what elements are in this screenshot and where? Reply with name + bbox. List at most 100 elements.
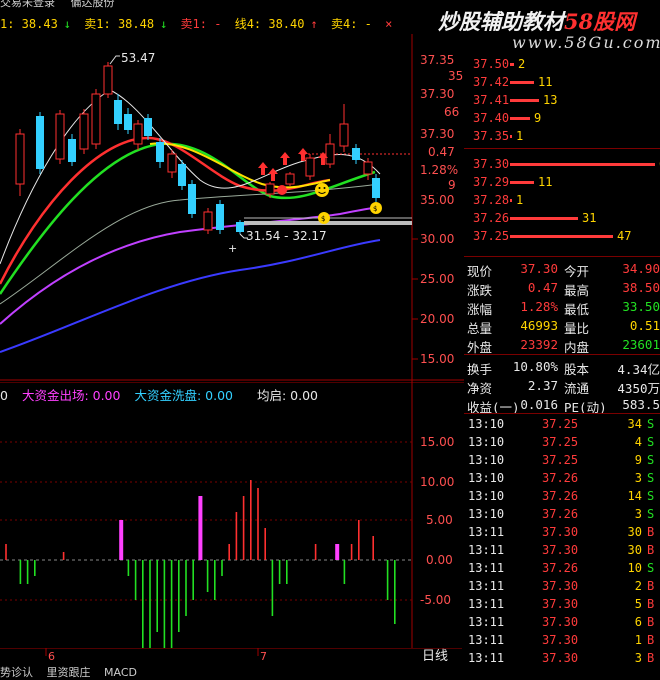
main-y-axis: 37.35 35 37.30 66 37.30 0.47 1.28% 9 35.… bbox=[420, 53, 463, 366]
tick-time: 13:11 bbox=[468, 579, 505, 593]
quote-row: 现价 37.30 今开 34.90 bbox=[464, 260, 660, 279]
tick-row: 13:11 37.30 30 B bbox=[464, 542, 660, 560]
tick-price: 37.30 bbox=[542, 633, 579, 647]
tick-price: 37.26 bbox=[542, 489, 579, 503]
ask-bar bbox=[510, 81, 534, 84]
quote-key: 最低 bbox=[564, 302, 590, 317]
tick-time: 13:11 bbox=[468, 615, 505, 629]
quote-value: 0.51 bbox=[629, 318, 660, 333]
svg-text:$: $ bbox=[321, 215, 325, 223]
ask-volume: 2 bbox=[518, 57, 526, 71]
ask-price: 37.35 bbox=[473, 129, 510, 143]
quote-panel: 37.50 2 37.421137.411337.40937.351 37.3066… bbox=[464, 56, 660, 672]
svg-text:+: + bbox=[228, 242, 237, 255]
bid-row[interactable]: 37.25 47 bbox=[464, 228, 660, 246]
up-arrow-icon: ↑ bbox=[310, 17, 318, 31]
candle-body bbox=[178, 164, 186, 186]
tick-side: S bbox=[647, 561, 655, 575]
tick-price: 37.30 bbox=[542, 651, 579, 665]
ask-row[interactable]: 37.42 11 bbox=[464, 74, 660, 92]
buy-arrow-icon bbox=[258, 162, 268, 175]
ask-volume: 11 bbox=[538, 75, 553, 89]
axis-label: 35.00 bbox=[420, 193, 454, 207]
candle-body bbox=[133, 123, 143, 145]
axis-label: -5.00 bbox=[420, 593, 451, 607]
tick-side: S bbox=[647, 471, 655, 485]
bid-row[interactable]: 37.3066 bbox=[464, 156, 660, 174]
down-arrow-icon: ↓ bbox=[160, 17, 168, 31]
quote-value: 23601 bbox=[622, 337, 660, 352]
tick-volume: 14 bbox=[627, 489, 642, 503]
tab-macd[interactable]: MACD bbox=[104, 666, 137, 679]
bid-price: 37.30 bbox=[473, 157, 510, 171]
quote-sell1: 卖1: 38.48 bbox=[84, 17, 155, 31]
period-selector[interactable]: 日线 bbox=[422, 645, 448, 664]
month-label: 6 bbox=[48, 650, 55, 663]
tick-row: 13:11 37.30 5 B bbox=[464, 596, 660, 614]
tick-time: 13:10 bbox=[468, 435, 505, 449]
close-icon[interactable]: × bbox=[385, 17, 392, 31]
quote-value: 38.50 bbox=[622, 280, 660, 295]
range-annotation: 31.54 - 32.17 bbox=[246, 229, 327, 243]
candle-body bbox=[144, 118, 152, 136]
tick-side: B bbox=[647, 651, 655, 665]
tab-follow[interactable]: 里资跟庄 bbox=[47, 666, 91, 679]
quote-key: 净资 bbox=[467, 381, 493, 396]
quote-bar: 1: 38.43 ↓ 卖1: 38.48 ↓ 卖1: - 线4: 38.40 ↑ 卖4… bbox=[0, 15, 398, 33]
indicator-chart[interactable]: 15.00 10.00 5.00 0.00 -5.00 bbox=[0, 382, 464, 648]
tick-row: 13:11 37.26 10 S bbox=[464, 560, 660, 578]
quote-value: 4.34亿 bbox=[617, 362, 660, 377]
candle-body bbox=[236, 222, 244, 232]
tick-price: 37.30 bbox=[542, 615, 579, 629]
quote-value: 34.90 bbox=[622, 261, 660, 276]
indicator-y-axis: 15.00 10.00 5.00 0.00 -5.00 bbox=[420, 435, 454, 607]
tick-row: 13:10 37.26 14 S bbox=[464, 488, 660, 506]
ask-row[interactable]: 37.35 1 bbox=[464, 128, 660, 146]
candle-body bbox=[363, 161, 373, 175]
ask-row[interactable]: 37.50 2 bbox=[464, 56, 660, 74]
ma-line-blue bbox=[0, 239, 381, 353]
ask-row[interactable]: 37.41 13 bbox=[464, 92, 660, 110]
tick-time: 13:11 bbox=[468, 525, 505, 539]
tick-price: 37.25 bbox=[542, 435, 579, 449]
quote-value: 2.37 bbox=[527, 378, 558, 393]
bid-row[interactable]: 37.26 31 bbox=[464, 210, 660, 228]
tick-side: S bbox=[647, 489, 655, 503]
quote-row: 外盘 23392 内盘 23601 bbox=[464, 336, 660, 355]
quote-value: 583.5 bbox=[622, 397, 660, 412]
tick-side: S bbox=[647, 453, 655, 467]
quote-value: 33.50 bbox=[622, 299, 660, 314]
tick-row: 13:10 37.25 9 S bbox=[464, 452, 660, 470]
axis-label: 15.00 bbox=[420, 435, 454, 449]
candle-body bbox=[188, 184, 196, 214]
watermark-title: 炒股辅助教材58股网 bbox=[438, 6, 635, 36]
axis-label: 66 bbox=[444, 105, 459, 119]
red-ball-icon bbox=[277, 185, 287, 195]
tick-side: B bbox=[647, 525, 655, 539]
axis-label: 10.00 bbox=[420, 475, 454, 489]
tick-time: 13:10 bbox=[468, 453, 505, 467]
menu-item-stock[interactable]: 偏达股份 bbox=[71, 0, 115, 9]
tick-volume: 6 bbox=[634, 615, 642, 629]
bid-bar bbox=[510, 217, 578, 220]
candle-body bbox=[124, 114, 132, 130]
candlestick-chart[interactable]: 37.35 35 37.30 66 37.30 0.47 1.28% 9 35.… bbox=[0, 34, 464, 382]
bid-row[interactable]: 37.28 1 bbox=[464, 192, 660, 210]
quote-partial: 1: 38.43 bbox=[0, 17, 58, 31]
tab-trend[interactable]: 势诊认 bbox=[0, 666, 33, 679]
ask-row[interactable]: 37.40 9 bbox=[464, 110, 660, 128]
smiley-icon bbox=[315, 183, 329, 197]
tick-price: 37.25 bbox=[542, 453, 579, 467]
menu-item-login[interactable]: 交易未登录 bbox=[0, 0, 55, 9]
candle-body bbox=[156, 142, 164, 162]
axis-label: 25.00 bbox=[420, 272, 454, 286]
buy-arrow-icon bbox=[280, 152, 290, 165]
bid-volume: 47 bbox=[617, 229, 632, 243]
ask-bar bbox=[510, 117, 530, 120]
tick-side: S bbox=[647, 507, 655, 521]
quote-value: 23392 bbox=[520, 337, 558, 352]
ask-price: 37.50 bbox=[473, 57, 510, 71]
quote-sell-dash: 卖1: - bbox=[180, 17, 222, 31]
tick-side: B bbox=[647, 543, 655, 557]
bid-row[interactable]: 37.29 11 bbox=[464, 174, 660, 192]
